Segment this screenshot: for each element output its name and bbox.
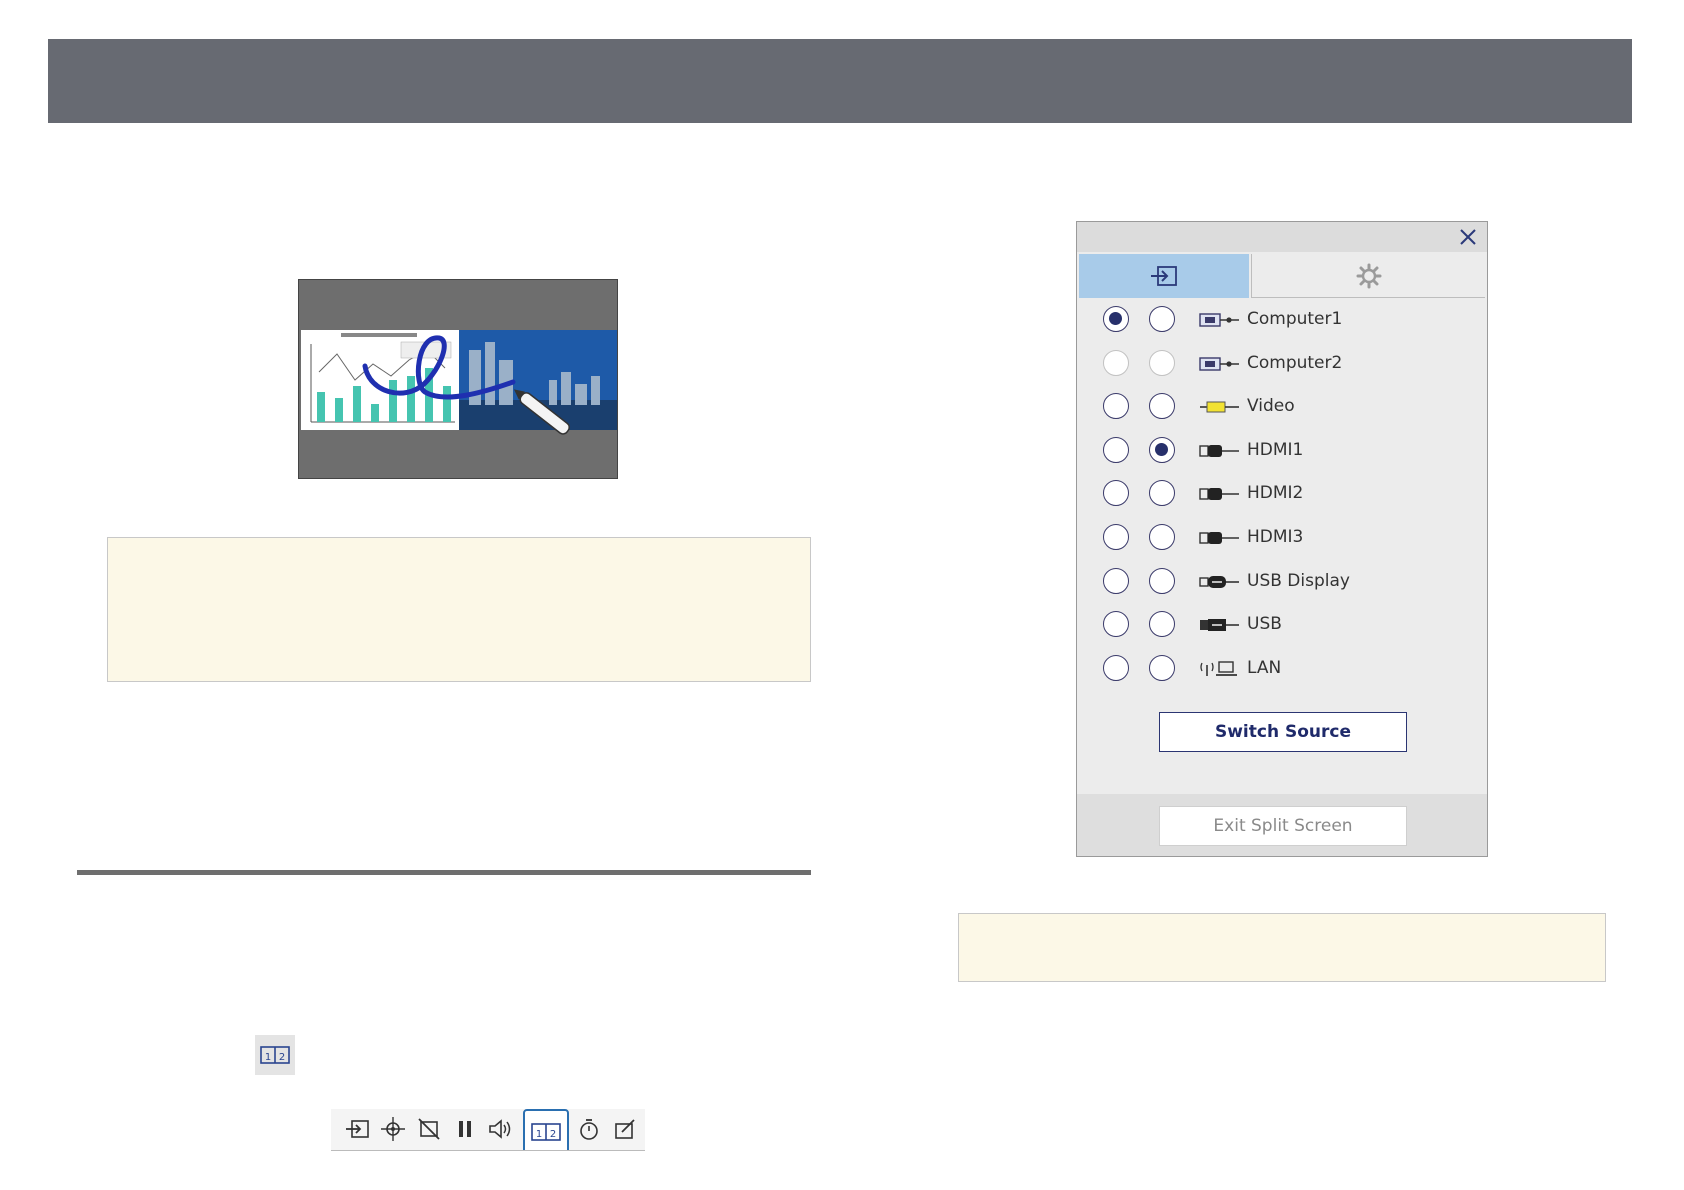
note-box [958, 913, 1606, 982]
page-header-bar [48, 39, 1632, 123]
left-screen-radio [1103, 349, 1129, 376]
left-screen-radio[interactable] [1103, 524, 1129, 550]
right-screen-radio[interactable] [1149, 436, 1175, 463]
right-screen-radio[interactable] [1149, 524, 1175, 550]
panel-footer: Exit Split Screen [1077, 794, 1487, 856]
source-input-icon [1151, 266, 1177, 286]
left-screen-radio[interactable] [1103, 306, 1129, 332]
usb-display-icon [1199, 572, 1241, 592]
left-screen-radio[interactable] [1103, 654, 1129, 681]
source-label: HDMI1 [1247, 439, 1304, 460]
left-screen-radio[interactable] [1103, 480, 1129, 507]
source-row: USB Display [1103, 566, 1463, 598]
split-screen-glyph: 1 2 [260, 1046, 290, 1064]
note-box [107, 537, 811, 682]
source-label: HDMI2 [1247, 483, 1304, 504]
split-screen-illustration-graphic [299, 280, 617, 478]
tab-source[interactable] [1079, 254, 1249, 298]
projector-toolbar: 12 [331, 1109, 645, 1151]
close-icon[interactable] [1457, 226, 1479, 248]
source-row: Video [1103, 391, 1463, 423]
source-label: HDMI3 [1247, 527, 1304, 547]
pause-icon[interactable] [449, 1113, 481, 1145]
hdmi-port-icon [1199, 484, 1241, 504]
split-screen-toolbar-button[interactable]: 12 [523, 1109, 569, 1150]
source-icon[interactable] [341, 1113, 373, 1145]
right-screen-radio[interactable] [1149, 611, 1175, 638]
source-label: USB [1247, 614, 1282, 635]
split-screen-icon: 12 [531, 1123, 561, 1141]
video-rca-icon [1199, 397, 1241, 417]
right-screen-radio[interactable] [1149, 567, 1175, 594]
timer-icon[interactable] [573, 1113, 605, 1145]
svg-text:1: 1 [265, 1052, 271, 1063]
panel-title-bar [1077, 222, 1487, 252]
svg-text:1: 1 [536, 1129, 542, 1140]
source-row: HDMI1 [1103, 435, 1463, 467]
radio-selected-dot [1109, 312, 1122, 325]
computer-port-icon [1199, 354, 1241, 374]
source-row: HDMI3 [1103, 522, 1463, 554]
source-label: Computer1 [1247, 309, 1343, 329]
split-screen-illustration [298, 279, 618, 479]
source-label: Computer2 [1247, 352, 1343, 373]
gear-icon [1356, 263, 1381, 288]
computer-port-icon [1199, 310, 1241, 330]
split-screen-icon: 1 2 [255, 1035, 295, 1075]
section-divider [77, 870, 811, 875]
radio-selected-dot [1155, 442, 1168, 456]
source-row: Computer1 [1103, 304, 1463, 336]
tab-settings[interactable] [1251, 254, 1485, 298]
svg-text:2: 2 [550, 1129, 556, 1140]
volume-icon[interactable] [485, 1113, 517, 1145]
source-label: LAN [1247, 657, 1282, 678]
source-label: USB Display [1247, 570, 1350, 591]
source-row: HDMI2 [1103, 478, 1463, 510]
source-label: Video [1247, 396, 1295, 417]
lan-wireless-icon [1199, 659, 1241, 679]
right-screen-radio[interactable] [1149, 654, 1175, 681]
right-screen-radio[interactable] [1149, 480, 1175, 507]
usb-port-icon [1199, 615, 1241, 635]
source-row: USB [1103, 609, 1463, 641]
hdmi-port-icon [1199, 441, 1241, 461]
right-screen-radio [1149, 349, 1175, 376]
left-screen-radio[interactable] [1103, 393, 1129, 420]
left-screen-radio[interactable] [1103, 436, 1129, 463]
right-screen-radio[interactable] [1149, 306, 1175, 332]
left-screen-radio[interactable] [1103, 611, 1129, 638]
source-row: Computer2 [1103, 348, 1463, 380]
move-icon[interactable] [377, 1113, 409, 1145]
source-row: LAN [1103, 653, 1463, 685]
svg-text:2: 2 [279, 1052, 285, 1063]
annotation-icon[interactable] [609, 1113, 641, 1145]
blank-icon[interactable] [413, 1113, 445, 1145]
switch-source-button[interactable]: Switch Source [1159, 712, 1407, 752]
source-selection-panel: Computer1 Computer2 Video HDMI1 HDMI2 HDMI3 US… [1076, 221, 1488, 857]
hdmi-port-icon [1199, 528, 1241, 548]
right-screen-radio[interactable] [1149, 393, 1175, 420]
exit-split-screen-button[interactable]: Exit Split Screen [1159, 806, 1407, 846]
left-screen-radio[interactable] [1103, 567, 1129, 594]
